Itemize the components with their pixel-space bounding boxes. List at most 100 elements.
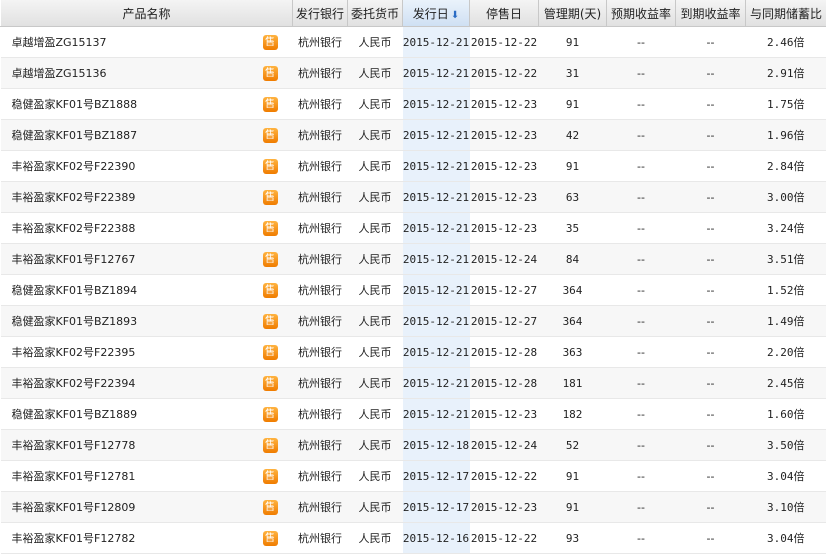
period-cell: 93 — [539, 523, 607, 554]
product-name[interactable]: 丰裕盈家KF01号F12782 — [12, 530, 227, 546]
table-row[interactable]: 丰裕盈家KF02号F22394售杭州银行人民币2015-12-212015-12… — [1, 368, 826, 399]
product-name[interactable]: 稳健盈家KF01号BZ1887 — [12, 127, 227, 143]
sale-badge-icon[interactable]: 售 — [263, 531, 278, 546]
header-stop-date[interactable]: 停售日 — [470, 0, 539, 27]
product-name[interactable]: 丰裕盈家KF02号F22389 — [12, 189, 227, 205]
stop-date-cell: 2015-12-24 — [470, 430, 539, 461]
product-name[interactable]: 稳健盈家KF01号BZ1894 — [12, 282, 227, 298]
header-ratio[interactable]: 与同期储蓄比 — [746, 0, 826, 27]
sale-badge-icon[interactable]: 售 — [263, 469, 278, 484]
stop-date-cell: 2015-12-28 — [470, 368, 539, 399]
bank-cell: 杭州银行 — [293, 430, 348, 461]
table-row[interactable]: 卓越增盈ZG15136售杭州银行人民币2015-12-212015-12-223… — [1, 58, 826, 89]
table-row[interactable]: 稳健盈家KF01号BZ1894售杭州银行人民币2015-12-212015-12… — [1, 275, 826, 306]
product-name[interactable]: 卓越增盈ZG15137 — [12, 34, 227, 50]
stop-date-cell: 2015-12-22 — [470, 58, 539, 89]
product-name-cell[interactable]: 丰裕盈家KF01号F12782 售 — [1, 523, 293, 554]
table-row[interactable]: 稳健盈家KF01号BZ1887售杭州银行人民币2015-12-212015-12… — [1, 120, 826, 151]
product-name-cell[interactable]: 丰裕盈家KF02号F22388 售 — [1, 213, 293, 244]
sale-badge-icon[interactable]: 售 — [263, 252, 278, 267]
table-row[interactable]: 丰裕盈家KF02号F22388售杭州银行人民币2015-12-212015-12… — [1, 213, 826, 244]
bank-cell: 杭州银行 — [293, 461, 348, 492]
table-row[interactable]: 稳健盈家KF01号BZ1893售杭州银行人民币2015-12-212015-12… — [1, 306, 826, 337]
product-name[interactable]: 丰裕盈家KF02号F22390 — [12, 158, 227, 174]
product-name-cell[interactable]: 丰裕盈家KF02号F22394 售 — [1, 368, 293, 399]
header-currency[interactable]: 委托货币 — [348, 0, 403, 27]
product-name[interactable]: 丰裕盈家KF01号F12767 — [12, 251, 227, 267]
sale-badge-icon[interactable]: 售 — [263, 283, 278, 298]
expected-yield-cell: -- — [607, 27, 676, 58]
product-name-cell[interactable]: 丰裕盈家KF01号F12778 售 — [1, 430, 293, 461]
table-row[interactable]: 卓越增盈ZG15137售杭州银行人民币2015-12-212015-12-229… — [1, 27, 826, 58]
product-name[interactable]: 丰裕盈家KF01号F12809 — [12, 499, 227, 515]
product-name-cell[interactable]: 丰裕盈家KF02号F22389 售 — [1, 182, 293, 213]
table-row[interactable]: 丰裕盈家KF01号F12782售杭州银行人民币2015-12-162015-12… — [1, 523, 826, 554]
product-name-cell[interactable]: 丰裕盈家KF01号F12767 售 — [1, 244, 293, 275]
stop-date-cell: 2015-12-24 — [470, 244, 539, 275]
product-name[interactable]: 丰裕盈家KF02号F22394 — [12, 375, 227, 391]
sale-badge-icon[interactable]: 售 — [263, 159, 278, 174]
product-name[interactable]: 稳健盈家KF01号BZ1889 — [12, 406, 227, 422]
issue-date-cell: 2015-12-21 — [403, 306, 470, 337]
product-name[interactable]: 丰裕盈家KF02号F22388 — [12, 220, 227, 236]
product-name-cell[interactable]: 稳健盈家KF01号BZ1889 售 — [1, 399, 293, 430]
table-row[interactable]: 丰裕盈家KF02号F22395售杭州银行人民币2015-12-212015-12… — [1, 337, 826, 368]
period-cell: 91 — [539, 27, 607, 58]
currency-cell: 人民币 — [348, 368, 403, 399]
bank-cell: 杭州银行 — [293, 89, 348, 120]
product-name-cell[interactable]: 丰裕盈家KF02号F22395 售 — [1, 337, 293, 368]
table-row[interactable]: 丰裕盈家KF01号F12767售杭州银行人民币2015-12-212015-12… — [1, 244, 826, 275]
product-name[interactable]: 丰裕盈家KF02号F22395 — [12, 344, 227, 360]
table-row[interactable]: 丰裕盈家KF02号F22389售杭州银行人民币2015-12-212015-12… — [1, 182, 826, 213]
product-name-cell[interactable]: 丰裕盈家KF01号F12781 售 — [1, 461, 293, 492]
table-row[interactable]: 稳健盈家KF01号BZ1889售杭州银行人民币2015-12-212015-12… — [1, 399, 826, 430]
product-name[interactable]: 卓越增盈ZG15136 — [12, 65, 227, 81]
product-name-cell[interactable]: 丰裕盈家KF01号F12809 售 — [1, 492, 293, 523]
header-issue-date[interactable]: 发行日⬇ — [403, 0, 470, 27]
product-name-cell[interactable]: 稳健盈家KF01号BZ1887 售 — [1, 120, 293, 151]
currency-cell: 人民币 — [348, 89, 403, 120]
product-name[interactable]: 稳健盈家KF01号BZ1893 — [12, 313, 227, 329]
product-name-cell[interactable]: 稳健盈家KF01号BZ1894 售 — [1, 275, 293, 306]
product-name-cell[interactable]: 丰裕盈家KF02号F22390 售 — [1, 151, 293, 182]
product-name-cell[interactable]: 卓越增盈ZG15137 售 — [1, 27, 293, 58]
header-bank[interactable]: 发行银行 — [293, 0, 348, 27]
table-body: 卓越增盈ZG15137售杭州银行人民币2015-12-212015-12-229… — [1, 27, 826, 554]
header-period[interactable]: 管理期(天) — [539, 0, 607, 27]
sale-badge-icon[interactable]: 售 — [263, 500, 278, 515]
bank-cell: 杭州银行 — [293, 213, 348, 244]
table-row[interactable]: 丰裕盈家KF01号F12809售杭州银行人民币2015-12-172015-12… — [1, 492, 826, 523]
sale-badge-icon[interactable]: 售 — [263, 314, 278, 329]
actual-yield-cell: -- — [676, 492, 746, 523]
bank-cell: 杭州银行 — [293, 337, 348, 368]
table-row[interactable]: 丰裕盈家KF01号F12781售杭州银行人民币2015-12-172015-12… — [1, 461, 826, 492]
expected-yield-cell: -- — [607, 182, 676, 213]
sale-badge-icon[interactable]: 售 — [263, 438, 278, 453]
actual-yield-cell: -- — [676, 120, 746, 151]
product-name-cell[interactable]: 卓越增盈ZG15136 售 — [1, 58, 293, 89]
currency-cell: 人民币 — [348, 492, 403, 523]
product-name-cell[interactable]: 稳健盈家KF01号BZ1893 售 — [1, 306, 293, 337]
table-row[interactable]: 丰裕盈家KF01号F12778售杭州银行人民币2015-12-182015-12… — [1, 430, 826, 461]
table-row[interactable]: 丰裕盈家KF02号F22390售杭州银行人民币2015-12-212015-12… — [1, 151, 826, 182]
sale-badge-icon[interactable]: 售 — [263, 190, 278, 205]
sale-badge-icon[interactable]: 售 — [263, 97, 278, 112]
sale-badge-icon[interactable]: 售 — [263, 345, 278, 360]
table-row[interactable]: 稳健盈家KF01号BZ1888售杭州银行人民币2015-12-212015-12… — [1, 89, 826, 120]
header-product[interactable]: 产品名称 — [1, 0, 293, 27]
product-name[interactable]: 丰裕盈家KF01号F12781 — [12, 468, 227, 484]
bank-cell: 杭州银行 — [293, 399, 348, 430]
header-actual-yield[interactable]: 到期收益率 — [676, 0, 746, 27]
product-name[interactable]: 丰裕盈家KF01号F12778 — [12, 437, 227, 453]
actual-yield-cell: -- — [676, 399, 746, 430]
sale-badge-icon[interactable]: 售 — [263, 407, 278, 422]
product-name-cell[interactable]: 稳健盈家KF01号BZ1888 售 — [1, 89, 293, 120]
product-name[interactable]: 稳健盈家KF01号BZ1888 — [12, 96, 227, 112]
sale-badge-icon[interactable]: 售 — [263, 376, 278, 391]
sale-badge-icon[interactable]: 售 — [263, 221, 278, 236]
issue-date-cell: 2015-12-21 — [403, 89, 470, 120]
sale-badge-icon[interactable]: 售 — [263, 128, 278, 143]
header-expected-yield[interactable]: 预期收益率 — [607, 0, 676, 27]
sale-badge-icon[interactable]: 售 — [263, 35, 278, 50]
sale-badge-icon[interactable]: 售 — [263, 66, 278, 81]
